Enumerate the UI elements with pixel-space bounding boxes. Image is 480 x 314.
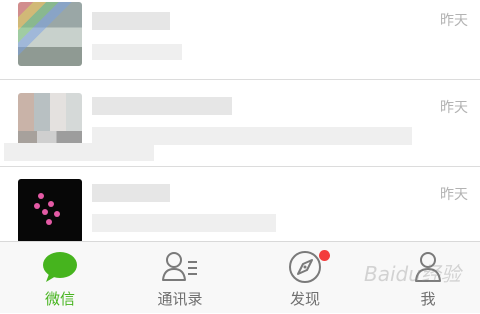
message-preview — [92, 44, 182, 60]
chat-row[interactable]: 昨天 — [0, 0, 480, 80]
chat-row[interactable]: 昨天 — [0, 174, 480, 241]
message-preview — [4, 143, 154, 161]
message-time: 昨天 — [440, 187, 468, 203]
message-time: 昨天 — [440, 100, 468, 116]
avatar — [18, 2, 82, 66]
chat-bubble-icon — [43, 252, 77, 282]
chat-row[interactable]: 昨天 — [0, 87, 480, 167]
avatar — [18, 179, 82, 241]
row-divider — [0, 166, 480, 167]
watermark: Baidu经验 — [364, 262, 461, 286]
message-preview — [92, 214, 276, 232]
bottom-tab-bar: 微信 通讯录 发现 我 Baidu经验 — [0, 241, 480, 313]
tab-chats[interactable]: 微信 — [0, 242, 120, 314]
tab-label: 发现 — [289, 290, 320, 308]
tab-label: 通讯录 — [157, 290, 203, 308]
contact-name — [92, 184, 170, 202]
row-divider — [0, 79, 480, 80]
message-time: 昨天 — [440, 13, 468, 29]
tab-contacts[interactable]: 通讯录 — [120, 242, 240, 314]
contact-name — [92, 97, 232, 115]
chat-list: 昨天 昨天 昨天 — [0, 0, 480, 241]
tab-label: 微信 — [44, 290, 75, 308]
contact-name — [92, 12, 170, 30]
notification-badge — [319, 250, 330, 261]
tab-label: 我 — [420, 290, 436, 308]
tab-discover[interactable]: 发现 — [245, 242, 365, 314]
contacts-icon — [162, 252, 197, 281]
